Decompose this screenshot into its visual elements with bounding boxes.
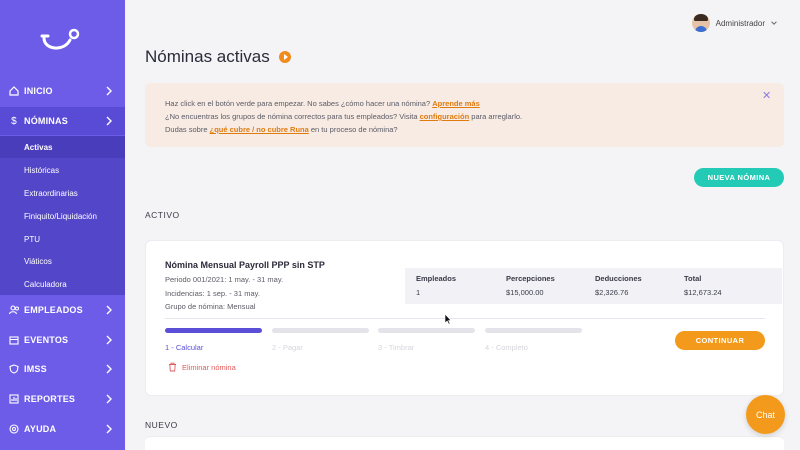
payroll-title: Nómina Mensual Payroll PPP sin STP [165, 260, 325, 270]
calendar-icon [8, 334, 20, 346]
step-label-pagar: 2 - Pagar [272, 343, 303, 352]
users-icon [8, 304, 20, 316]
chevron-right-icon [106, 335, 112, 345]
play-video-icon[interactable] [279, 51, 291, 63]
banner-text: ¿No encuentras los grupos de nómina corr… [165, 112, 420, 121]
close-icon[interactable]: ✕ [762, 91, 772, 102]
stat-empleados: Empleados 1 [416, 274, 456, 297]
info-banner: Haz click en el botón verde para empezar… [145, 83, 784, 147]
banner-line: Dudas sobre ¿qué cubre / no cubre Runa e… [165, 123, 764, 136]
submenu-item-viaticos[interactable]: Viáticos [0, 250, 125, 272]
nominas-submenu: Activas Históricas Extraordinarias Finiq… [0, 136, 125, 295]
shield-icon [8, 363, 20, 375]
submenu-item-calculadora[interactable]: Calculadora [0, 273, 125, 295]
section-label-new: NUEVO [145, 420, 178, 430]
sidebar-item-inicio[interactable]: INICIO [0, 77, 125, 105]
new-payroll-button[interactable]: NUEVA NÓMINA [694, 168, 784, 187]
payroll-group: Grupo de nómina: Mensual [165, 302, 256, 311]
settings-link[interactable]: configuración [420, 112, 470, 121]
banner-text: en tu proceso de nómina? [308, 125, 398, 134]
page-title: Nóminas activas [145, 47, 270, 66]
banner-text: Dudas sobre [165, 125, 210, 134]
coverage-link[interactable]: ¿qué cubre / no cubre Runa [210, 125, 309, 134]
sidebar-item-nominas[interactable]: $ NÓMINAS [0, 107, 125, 135]
divider [165, 318, 765, 319]
dollar-icon: $ [11, 115, 17, 127]
step-bar-completo [485, 328, 582, 333]
submenu-item-activas[interactable]: Activas [0, 136, 125, 158]
sidebar-item-label: IMSS [24, 364, 47, 374]
stat-deducciones: Deducciones $2,326.76 [595, 274, 642, 297]
home-icon [8, 85, 20, 97]
sidebar-item-label: REPORTES [24, 394, 76, 404]
chevron-right-icon [106, 86, 112, 96]
step-label-calcular[interactable]: 1 - Calcular [165, 343, 203, 352]
stat-percepciones: Percepciones $15,000.00 [506, 274, 555, 297]
submenu-item-ptu[interactable]: PTU [0, 228, 125, 250]
stat-header: Deducciones [595, 274, 642, 283]
user-menu[interactable]: Administrador [691, 14, 778, 32]
banner-text: Haz click en el botón verde para empezar… [165, 99, 433, 108]
avatar [691, 14, 710, 32]
runa-logo-icon[interactable] [40, 26, 84, 56]
banner-line: Haz click en el botón verde para empezar… [165, 97, 764, 110]
chevron-down-icon [106, 116, 112, 126]
chat-button[interactable]: Chat [746, 395, 785, 434]
chevron-right-icon [106, 305, 112, 315]
sidebar: INICIO $ NÓMINAS Activas Históricas Extr… [0, 0, 125, 450]
submenu-item-finiquito[interactable]: Finiquito/Liquidación [0, 205, 125, 227]
stat-header: Total [684, 274, 702, 283]
sidebar-item-empleados[interactable]: EMPLEADOS [0, 296, 125, 324]
sidebar-item-label: NÓMINAS [24, 116, 68, 126]
stat-value: $15,000.00 [506, 288, 544, 297]
delete-payroll-button[interactable]: Eliminar nómina [168, 362, 236, 372]
continue-button[interactable]: CONTINUAR [675, 331, 765, 350]
sidebar-item-label: EVENTOS [24, 335, 69, 345]
user-name: Administrador [715, 18, 765, 28]
trash-icon [169, 362, 176, 372]
stat-value: $12,673.24 [684, 288, 722, 297]
payroll-period: Periodo 001/2021: 1 may. - 31 may. [165, 275, 284, 284]
chevron-right-icon [106, 424, 112, 434]
sidebar-item-eventos[interactable]: EVENTOS [0, 326, 125, 354]
chevron-right-icon [106, 394, 112, 404]
banner-line: ¿No encuentras los grupos de nómina corr… [165, 110, 764, 123]
submenu-item-historicas[interactable]: Históricas [0, 159, 125, 181]
payroll-incidents: Incidencias: 1 sep. - 31 may. [165, 289, 260, 298]
delete-label: Eliminar nómina [182, 362, 236, 372]
chevron-down-icon [771, 21, 777, 25]
sidebar-item-label: INICIO [24, 86, 53, 96]
stat-total: Total $12,673.24 [684, 274, 722, 297]
sidebar-item-label: AYUDA [24, 424, 57, 434]
payroll-stats: Empleados 1 Percepciones $15,000.00 Dedu… [405, 268, 782, 304]
new-payroll-card [145, 436, 784, 450]
stat-header: Percepciones [506, 274, 555, 283]
report-icon [8, 393, 20, 405]
submenu-item-extraordinarias[interactable]: Extraordinarias [0, 182, 125, 204]
sidebar-item-imss[interactable]: IMSS [0, 355, 125, 383]
stat-header: Empleados [416, 274, 457, 283]
step-label-timbrar: 3 - Timbrar [378, 343, 415, 352]
stat-value: $2,326.76 [595, 288, 629, 297]
banner-text: para arreglarlo. [469, 112, 523, 121]
step-bar-calcular [165, 328, 262, 333]
step-bar-timbrar [378, 328, 475, 333]
sidebar-item-ayuda[interactable]: AYUDA [0, 415, 125, 443]
section-label-active: ACTIVO [145, 210, 180, 220]
sidebar-item-reportes[interactable]: REPORTES [0, 385, 125, 413]
mouse-cursor-icon [444, 313, 452, 325]
stat-value: 1 [416, 288, 421, 297]
payroll-card: Nómina Mensual Payroll PPP sin STP Perio… [145, 240, 784, 396]
chevron-right-icon [106, 364, 112, 374]
learn-more-link[interactable]: Aprende más [432, 99, 480, 108]
step-bar-pagar [272, 328, 369, 333]
help-icon [8, 423, 20, 435]
step-label-completo: 4 - Completo [485, 343, 528, 352]
sidebar-item-label: EMPLEADOS [24, 305, 83, 315]
